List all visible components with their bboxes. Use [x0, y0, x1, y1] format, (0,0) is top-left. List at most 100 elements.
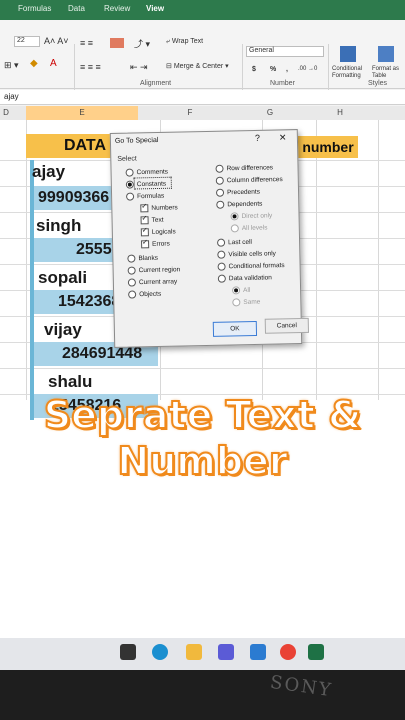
font-size-box[interactable]: 22 — [14, 36, 40, 47]
orientation-arrow-icon[interactable]: ⤴ ▾ — [134, 37, 150, 50]
data-cell[interactable]: vijay — [44, 320, 82, 340]
tab-view[interactable]: View — [146, 4, 164, 13]
option-label: Conditional formats — [228, 262, 285, 271]
tab-review[interactable]: Review — [104, 4, 130, 13]
number-format-dropdown[interactable]: General — [246, 46, 324, 57]
option-validation-same[interactable]: Same — [232, 298, 260, 307]
gridline — [378, 120, 379, 400]
ribbon: 22 A˄ A˅ ⊞ ▾ ◆ A ≡ ≡ ⤴ ▾ ≡ ≡ ≡ ⇤ ⇥ ⤶ Wra… — [0, 20, 405, 104]
merge-center-label: Merge & Center — [173, 63, 224, 70]
option-label: Precedents — [226, 188, 261, 197]
close-icon[interactable]: ✕ — [279, 132, 287, 143]
decimal-icon[interactable]: .00 →0 — [298, 66, 317, 72]
cancel-button[interactable]: Cancel — [264, 317, 309, 334]
radio-icon — [215, 188, 225, 197]
column-header-h[interactable]: H — [310, 108, 370, 117]
option-last-cell[interactable]: Last cell — [217, 238, 252, 247]
checkbox-checked-icon — [141, 240, 150, 249]
column-header-d[interactable]: D — [0, 108, 12, 117]
option-objects[interactable]: Objects — [128, 290, 161, 299]
dialog-title: Go To Special — [114, 136, 159, 145]
option-validation-all[interactable]: All — [232, 286, 251, 295]
radio-icon — [126, 192, 135, 201]
tab-formulas[interactable]: Formulas — [18, 4, 51, 13]
percent-button[interactable]: % — [270, 66, 276, 73]
radio-icon — [217, 274, 226, 283]
option-dependents[interactable]: Dependents — [216, 200, 262, 209]
ok-button[interactable]: OK — [212, 320, 258, 337]
option-label: All — [243, 286, 251, 294]
column-header-f[interactable]: F — [150, 108, 230, 117]
option-label: Logicals — [151, 228, 176, 236]
option-column-differences[interactable]: Column differences — [215, 175, 283, 185]
option-visible-cells-only[interactable]: Visible cells only — [217, 250, 276, 259]
data-cell[interactable]: ajay — [32, 162, 65, 182]
data-cell[interactable]: 99909366 — [38, 189, 109, 207]
option-direct-only[interactable]: Direct only — [230, 212, 272, 221]
data-cell[interactable]: sopali — [38, 268, 87, 288]
format-as-table-button[interactable]: Format as Table — [372, 66, 405, 80]
option-label: Current array — [138, 278, 178, 287]
tab-data[interactable]: Data — [68, 4, 85, 13]
checkbox-checked-icon — [140, 204, 149, 213]
comma-button[interactable]: , — [286, 66, 288, 73]
number-header-cell[interactable]: number — [298, 136, 358, 158]
chrome-icon[interactable] — [280, 644, 296, 660]
data-cell[interactable]: 1542368 — [58, 293, 120, 311]
option-blanks[interactable]: Blanks — [127, 254, 158, 263]
select-group-label: Select — [117, 155, 137, 163]
font-grow-icon[interactable]: A˄ A˅ — [44, 36, 69, 46]
data-cell[interactable]: shalu — [48, 372, 92, 392]
option-current-array[interactable]: Current array — [127, 278, 178, 287]
option-formulas[interactable]: Formulas — [126, 192, 164, 201]
radio-selected-icon — [125, 180, 134, 189]
option-constants[interactable]: Constants — [125, 180, 166, 189]
name-box[interactable]: ajay — [4, 92, 19, 101]
column-header-e[interactable]: E — [26, 108, 138, 117]
align-left-icon[interactable]: ≡ ≡ ≡ — [80, 62, 101, 72]
caption-line-1: Seprate Text & — [43, 392, 363, 438]
checkbox-numbers[interactable]: Numbers — [140, 204, 178, 213]
go-to-special-dialog[interactable]: Go To Special ? ✕ Select Comments Consta… — [109, 129, 309, 348]
option-label: Text — [151, 216, 164, 224]
indent-icon[interactable]: ⇤ ⇥ — [130, 62, 148, 73]
option-all-levels[interactable]: All levels — [230, 224, 268, 233]
option-current-region[interactable]: Current region — [127, 266, 181, 275]
option-comments[interactable]: Comments — [125, 168, 169, 177]
conditional-formatting-icon[interactable] — [340, 46, 356, 62]
option-label: All levels — [241, 224, 268, 232]
checkbox-logicals[interactable]: Logicals — [140, 228, 176, 237]
option-precedents[interactable]: Precedents — [215, 188, 261, 197]
option-label: Objects — [139, 290, 162, 299]
checkbox-errors[interactable]: Errors — [141, 240, 170, 249]
store-icon[interactable] — [218, 644, 234, 660]
orientation-icon[interactable] — [110, 38, 124, 48]
checkbox-text[interactable]: Text — [140, 216, 164, 225]
help-icon[interactable]: ? — [255, 133, 260, 143]
conditional-formatting-button[interactable]: Conditional Formatting — [332, 66, 368, 80]
option-label: Column differences — [226, 176, 283, 185]
data-cell[interactable]: 284691448 — [62, 345, 142, 363]
option-label: Formulas — [137, 192, 165, 201]
checkbox-checked-icon — [140, 228, 149, 237]
search-icon[interactable] — [120, 644, 136, 660]
currency-button[interactable]: $ — [252, 66, 256, 73]
file-explorer-icon[interactable] — [186, 644, 202, 660]
excel-icon[interactable] — [308, 644, 324, 660]
option-row-differences[interactable]: Row differences — [215, 164, 273, 173]
align-top-icon[interactable]: ≡ ≡ — [80, 38, 93, 48]
option-data-validation[interactable]: Data validation — [217, 274, 272, 283]
column-header-g[interactable]: G — [240, 108, 300, 117]
radio-icon — [125, 168, 134, 177]
fill-color-icon[interactable]: ◆ — [30, 58, 38, 69]
option-conditional-formats[interactable]: Conditional formats — [217, 261, 285, 271]
mail-icon[interactable] — [250, 644, 266, 660]
radio-icon — [217, 238, 226, 247]
font-color-icon[interactable]: A — [50, 58, 57, 69]
data-cell[interactable]: singh — [36, 216, 81, 236]
edge-icon[interactable] — [152, 644, 168, 660]
border-icon[interactable]: ⊞ ▾ — [4, 60, 19, 71]
format-as-table-icon[interactable] — [378, 46, 394, 62]
merge-center-button[interactable]: ⊟ Merge & Center ▾ — [166, 62, 229, 70]
wrap-text-button[interactable]: ⤶ Wrap Text — [166, 38, 203, 46]
